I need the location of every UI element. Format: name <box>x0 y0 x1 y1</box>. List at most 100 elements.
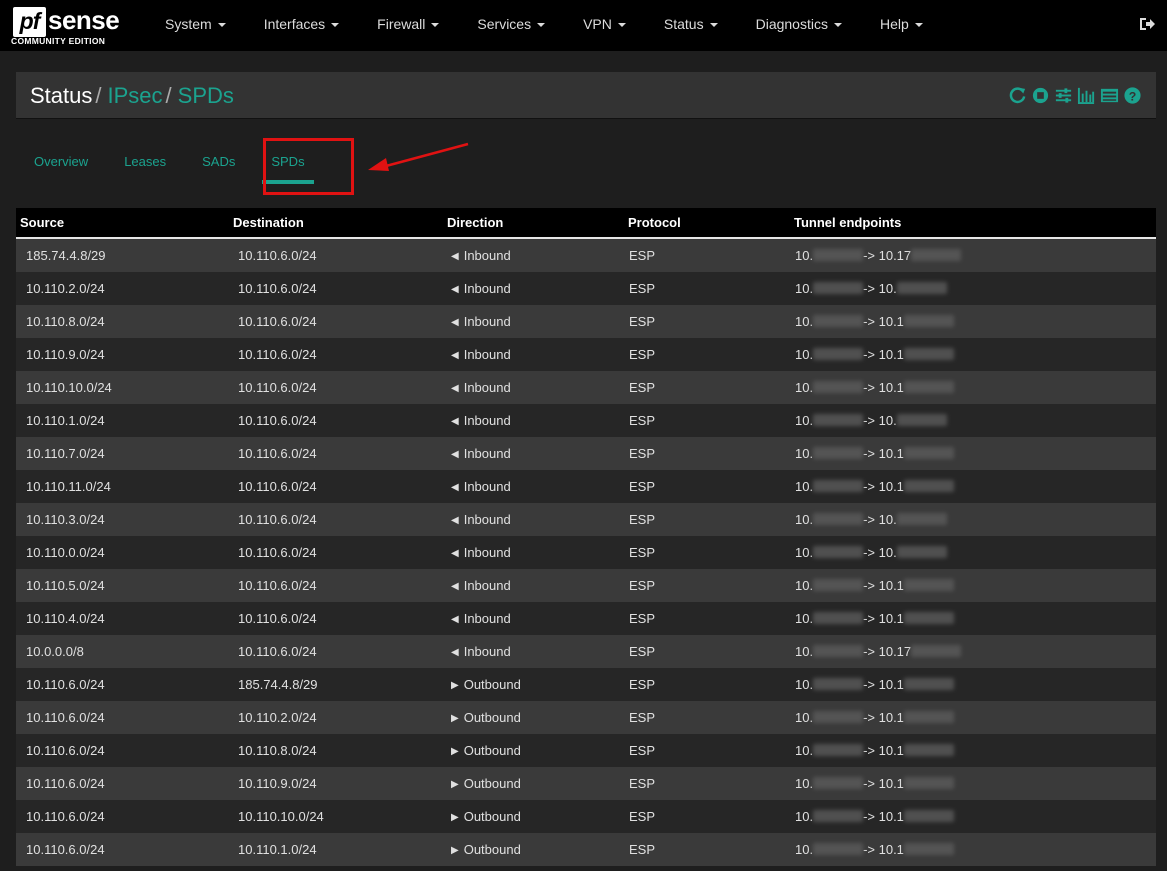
tab-leases[interactable]: Leases <box>106 140 184 188</box>
nav-menu-label: Interfaces <box>263 16 326 32</box>
arrow-left-icon: ◀ <box>451 548 459 559</box>
reload-icon[interactable] <box>1008 86 1027 105</box>
cell-direction: ◀ Inbound <box>443 404 624 437</box>
tunnel-local-prefix: 10. <box>795 677 814 692</box>
arrow-left-icon: ◀ <box>451 449 459 460</box>
tunnel-remote-prefix: -> 10.1 <box>863 677 904 692</box>
bar-chart-icon[interactable] <box>1077 86 1096 105</box>
table-row: 10.110.3.0/24 10.110.6.0/24 ◀ Inbound ESP 10.… <box>16 503 1156 536</box>
redacted-address <box>813 612 864 624</box>
cell-direction: ◀ Inbound <box>443 371 624 404</box>
table-row: 10.110.4.0/24 10.110.6.0/24 ◀ Inbound ESP 10.… <box>16 602 1156 635</box>
cell-protocol: ESP <box>629 743 656 758</box>
caret-down-icon <box>217 23 226 27</box>
col-header-destination: Destination <box>233 215 304 230</box>
cell-protocol: ESP <box>629 578 656 593</box>
nav-menu-status[interactable]: Status <box>645 0 737 51</box>
table-row: 10.110.6.0/24 10.110.8.0/24 ▶ Outbound ESP 10… <box>16 734 1156 767</box>
cell-protocol: ESP <box>629 281 656 296</box>
cell-source: 10.110.6.0/24 <box>26 743 105 758</box>
arrow-left-icon: ◀ <box>451 482 459 493</box>
nav-menu-label: Services <box>477 16 532 32</box>
direction-label: Inbound <box>463 314 511 329</box>
table-row: 10.110.6.0/24 10.110.1.0/24 ▶ Outbound ESP 10… <box>16 833 1156 866</box>
cell-source: 10.110.4.0/24 <box>26 611 105 626</box>
spd-table: Source Destination Direction Protocol Tu… <box>16 208 1156 866</box>
cell-tunnel-endpoints: 10. -> 10.1 <box>790 305 1156 338</box>
cell-source: 185.74.4.8/29 <box>26 248 106 263</box>
page-header-panel: Status / IPsec / SPDs ? <box>16 72 1156 119</box>
cell-protocol: ESP <box>629 347 656 362</box>
stop-icon[interactable] <box>1031 86 1050 105</box>
caret-down-icon <box>709 23 718 27</box>
redacted-address <box>813 777 864 789</box>
nav-menu-firewall[interactable]: Firewall <box>358 0 458 51</box>
cell-tunnel-endpoints: 10. -> 10. <box>790 536 1156 569</box>
tab-overview[interactable]: Overview <box>16 140 106 188</box>
direction-label: Inbound <box>463 512 511 527</box>
tunnel-local-prefix: 10. <box>795 611 814 626</box>
breadcrumb-ipsec-link[interactable]: IPsec <box>108 83 163 108</box>
tunnel-remote-prefix: -> 10. <box>863 413 897 428</box>
caret-down-icon <box>617 23 626 27</box>
nav-menu-vpn[interactable]: VPN <box>564 0 645 51</box>
cell-tunnel-endpoints: 10. -> 10.1 <box>790 338 1156 371</box>
redacted-address <box>813 249 864 261</box>
redacted-address <box>813 645 864 657</box>
cell-destination: 10.110.2.0/24 <box>238 710 317 725</box>
tunnel-local-prefix: 10. <box>795 479 814 494</box>
nav-menu-diagnostics[interactable]: Diagnostics <box>737 0 861 51</box>
cell-direction: ▶ Outbound <box>443 767 624 800</box>
pfsense-logo[interactable]: pf sense COMMUNITY EDITION <box>10 0 130 51</box>
top-navbar: pf sense COMMUNITY EDITION System Interfa… <box>0 0 1167 51</box>
direction-label: Inbound <box>463 446 511 461</box>
list-icon[interactable] <box>1100 86 1119 105</box>
redacted-address <box>896 546 947 558</box>
nav-menu-interfaces[interactable]: Interfaces <box>245 0 358 51</box>
table-row: 10.110.7.0/24 10.110.6.0/24 ◀ Inbound ESP 10.… <box>16 437 1156 470</box>
caret-down-icon <box>431 23 440 27</box>
breadcrumb: Status / IPsec / SPDs <box>30 83 234 109</box>
sign-out-icon[interactable] <box>1139 16 1155 32</box>
breadcrumb-spds-link[interactable]: SPDs <box>178 83 234 108</box>
arrow-right-icon: ▶ <box>451 812 459 823</box>
redacted-address <box>813 480 864 492</box>
direction-label: Inbound <box>463 611 511 626</box>
cell-source: 10.0.0.0/8 <box>26 644 84 659</box>
nav-menu-label: Diagnostics <box>755 16 828 32</box>
tunnel-remote-prefix: -> 10.17 <box>863 248 912 263</box>
caret-down-icon <box>331 23 340 27</box>
cell-direction: ◀ Inbound <box>443 437 624 470</box>
tunnel-remote-prefix: -> 10.1 <box>863 743 904 758</box>
table-row: 10.110.9.0/24 10.110.6.0/24 ◀ Inbound ESP 10.… <box>16 338 1156 371</box>
tunnel-remote-prefix: -> 10.1 <box>863 446 904 461</box>
tunnel-local-prefix: 10. <box>795 578 814 593</box>
cell-source: 10.110.10.0/24 <box>26 380 112 395</box>
nav-menu-system[interactable]: System <box>146 0 245 51</box>
nav-menu-label: Status <box>663 16 704 32</box>
nav-menu-label: System <box>165 16 212 32</box>
nav-menu-help[interactable]: Help <box>861 0 942 51</box>
tunnel-local-prefix: 10. <box>795 743 814 758</box>
direction-label: Outbound <box>463 809 521 824</box>
nav-menu-label: Firewall <box>377 16 426 32</box>
cell-destination: 10.110.6.0/24 <box>238 512 317 527</box>
tunnel-local-prefix: 10. <box>795 314 814 329</box>
cell-tunnel-endpoints: 10. -> 10.1 <box>790 470 1156 503</box>
table-row: 10.110.11.0/24 10.110.6.0/24 ◀ Inbound ESP 10… <box>16 470 1156 503</box>
direction-label: Inbound <box>463 380 511 395</box>
table-row: 10.110.5.0/24 10.110.6.0/24 ◀ Inbound ESP 10.… <box>16 569 1156 602</box>
cell-protocol: ESP <box>629 710 656 725</box>
cell-direction: ◀ Inbound <box>443 239 624 272</box>
redacted-address <box>903 843 954 855</box>
nav-menu-label: Help <box>879 16 909 32</box>
tunnel-local-prefix: 10. <box>795 281 814 296</box>
tunnel-remote-prefix: -> 10.1 <box>863 776 904 791</box>
cell-protocol: ESP <box>629 380 656 395</box>
tab-sads[interactable]: SADs <box>184 140 253 188</box>
cell-direction: ◀ Inbound <box>443 503 624 536</box>
help-icon[interactable]: ? <box>1123 86 1142 105</box>
sliders-icon[interactable] <box>1054 86 1073 105</box>
cell-direction: ▶ Outbound <box>443 800 624 833</box>
nav-menu-services[interactable]: Services <box>458 0 564 51</box>
